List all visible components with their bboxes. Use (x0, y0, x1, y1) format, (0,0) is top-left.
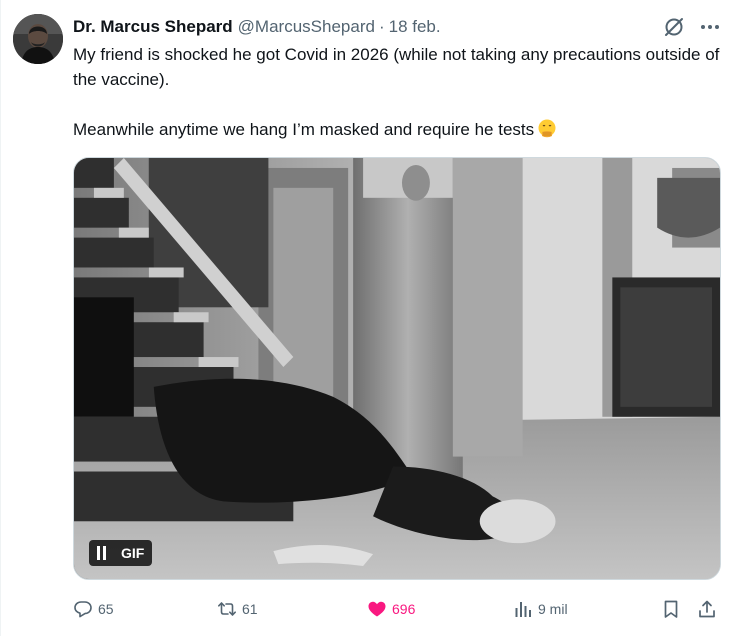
gif-badge: GIF (121, 545, 145, 561)
reply-count: 65 (98, 601, 114, 617)
tweet-text-line-2-text: Meanwhile anytime we hang I’m masked and… (73, 120, 535, 139)
avatar[interactable] (13, 14, 63, 64)
tweet-card[interactable]: Dr. Marcus Shepard @MarcusShepard · 18 f… (0, 0, 746, 636)
reply-icon (74, 601, 92, 618)
author-handle[interactable]: @MarcusShepard (238, 17, 375, 37)
bookmark-button[interactable] (661, 596, 681, 622)
like-button[interactable]: 696 (367, 596, 415, 622)
gif-media[interactable]: GIF (73, 157, 721, 580)
analytics-icon (515, 602, 531, 617)
gif-controls[interactable]: GIF (89, 540, 153, 566)
like-count: 696 (392, 601, 416, 617)
tweet-text: My friend is shocked he got Covid in 202… (73, 42, 723, 142)
action-bar: 65 61 696 9 mil (73, 596, 723, 622)
avatar-image (13, 14, 63, 64)
separator-dot: · (378, 17, 385, 36)
reply-button[interactable]: 65 (73, 596, 114, 622)
tweet-text-line-1: My friend is shocked he got Covid in 202… (73, 45, 720, 89)
share-button[interactable] (697, 596, 717, 622)
grok-icon[interactable] (661, 14, 687, 40)
post-date[interactable]: 18 feb. (389, 17, 441, 37)
heart-icon (368, 601, 386, 617)
gif-scene-image (74, 158, 720, 579)
views-button[interactable]: 9 mil (513, 596, 568, 622)
share-icon (699, 600, 715, 618)
tweet-text-line-2: Meanwhile anytime we hang I’m masked and… (73, 117, 723, 142)
repost-button[interactable]: 61 (217, 596, 258, 622)
bookmark-icon (664, 600, 678, 618)
view-count: 9 mil (538, 601, 568, 617)
author-name[interactable]: Dr. Marcus Shepard (73, 17, 233, 37)
tweet-header: Dr. Marcus Shepard @MarcusShepard · 18 f… (73, 16, 441, 38)
pause-icon[interactable] (97, 546, 109, 560)
more-options-icon[interactable] (697, 14, 723, 40)
repost-icon (218, 602, 236, 616)
repost-count: 61 (242, 601, 258, 617)
face-with-hand-over-mouth-emoji (538, 119, 556, 138)
